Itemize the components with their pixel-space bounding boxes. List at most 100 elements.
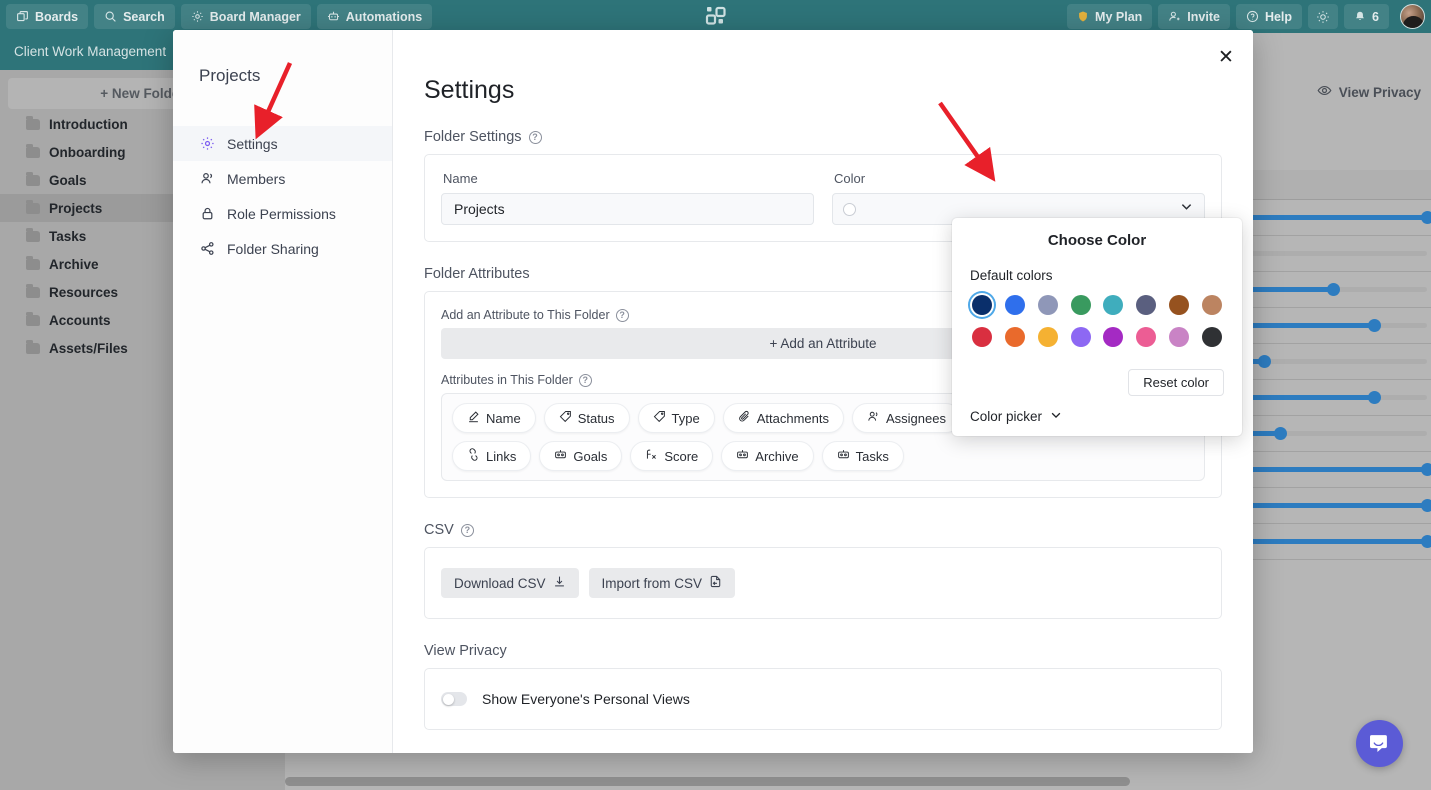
color-swatch-9[interactable] [1005,327,1026,347]
color-swatch-7[interactable] [1201,295,1222,315]
nav-button-boards-label: Boards [35,9,79,24]
tag-icon [653,410,666,426]
folder-label: Archive [49,256,99,272]
folder-settings-fields: Name Projects Color [441,171,1205,225]
sidebar-item-settings[interactable]: Settings [173,126,392,161]
notifications-button[interactable]: 6 [1344,4,1389,29]
slider-knob[interactable] [1421,535,1431,548]
nav-button-board-manager[interactable]: Board Manager [180,4,311,29]
slider-knob[interactable] [1258,355,1272,368]
close-icon[interactable]: ✕ [1211,42,1241,72]
show-personal-views-toggle[interactable] [441,692,467,706]
attribute-chip-attachments[interactable]: Attachments [722,403,844,433]
color-swatch-6[interactable] [1168,295,1189,315]
attribute-chip-type[interactable]: Type [637,403,715,433]
attribute-chip-status[interactable]: Status [543,403,630,433]
slider-knob[interactable] [1367,391,1381,404]
color-swatch-1[interactable] [1005,295,1026,315]
sidebar-item-role-permissions[interactable]: Role Permissions [173,196,392,231]
user-plus-icon [1168,10,1181,23]
swatch-cell [1167,293,1192,317]
chip-label: Links [486,448,517,464]
chip-label: Attachments [756,410,829,426]
folder-label: Assets/Files [49,340,128,356]
slider-knob[interactable] [1421,211,1431,224]
attribute-chip-name[interactable]: Name [452,403,536,433]
swatch-cell [1003,325,1028,349]
gear-icon [199,136,216,151]
folder-label: Resources [49,284,119,300]
default-colors-label: Default colors [970,268,1053,283]
share-icon [199,241,216,256]
swatch-cell [970,293,995,317]
sidebar-item-label: Settings [227,135,278,152]
section-title: Folder Attributes [424,266,530,282]
nav-button-search[interactable]: Search [94,4,175,29]
download-csv-button[interactable]: Download CSV [441,568,579,598]
color-swatch-12[interactable] [1103,327,1124,347]
folder-icon [26,311,40,326]
color-swatch-4[interactable] [1103,295,1124,315]
attribute-chip-links[interactable]: Links [452,441,532,471]
slider-knob[interactable] [1327,283,1341,296]
notification-count: 6 [1372,9,1379,24]
color-picker-toggle[interactable]: Color picker [970,408,1063,425]
question-circle-icon[interactable]: ? [460,523,474,537]
sidebar-item-folder-sharing[interactable]: Folder Sharing [173,231,392,266]
attribute-chip-archive[interactable]: Archive [721,441,814,471]
attribute-chip-tasks[interactable]: Tasks [821,441,904,471]
invite-label: Invite [1187,9,1220,24]
slider-knob[interactable] [1421,463,1431,476]
import-csv-button[interactable]: Import from CSV [588,568,736,598]
color-swatch-3[interactable] [1070,295,1091,315]
color-swatch-14[interactable] [1168,327,1189,347]
chip-label: Type [671,410,700,426]
question-circle-icon[interactable]: ? [578,373,592,387]
nav-button-boards[interactable]: Boards [6,4,89,29]
color-swatch-10[interactable] [1037,327,1058,347]
color-swatch-8[interactable] [972,327,993,347]
attribute-chip-assignees[interactable]: Assignees [852,403,961,433]
color-swatch-13[interactable] [1136,327,1157,347]
slider-knob[interactable] [1421,499,1431,512]
invite-button[interactable]: Invite [1158,4,1230,29]
sidebar-item-label: Folder Sharing [227,240,319,257]
name-input[interactable]: Projects [441,193,814,225]
theme-toggle-button[interactable] [1308,4,1339,29]
color-swatch-5[interactable] [1136,295,1157,315]
section-label-folder-settings: Folder Settings ? [393,129,1253,145]
my-plan-button[interactable]: My Plan [1067,4,1153,29]
color-swatch-0[interactable] [972,295,993,315]
relation-icon [736,448,749,464]
scrollbar-thumb[interactable] [285,777,1130,786]
horizontal-scrollbar[interactable] [285,777,1431,786]
folder-icon [26,339,40,354]
nav-button-automations[interactable]: Automations [316,4,433,29]
question-circle-icon[interactable]: ? [528,130,542,144]
chip-label: Score [664,448,699,464]
users-icon [867,410,880,426]
attribute-chip-goals[interactable]: Goals [539,441,623,471]
color-swatch-15[interactable] [1201,327,1222,347]
show-personal-views-label: Show Everyone's Personal Views [482,691,690,707]
swatch-cell [1199,293,1224,317]
nav-button-automations-label: Automations [345,9,423,24]
reset-color-button[interactable]: Reset color [1128,369,1224,396]
view-privacy-button[interactable]: View Privacy [1317,83,1421,101]
folder-label: Tasks [49,228,87,244]
slider-knob[interactable] [1367,319,1381,332]
section-label-view-privacy: View Privacy [393,643,1253,659]
chip-label: Archive [755,448,799,464]
color-swatch-11[interactable] [1070,327,1091,347]
help-button[interactable]: Help [1235,4,1303,29]
slider-knob[interactable] [1274,427,1287,440]
attribute-chip-score[interactable]: Score [630,441,714,471]
sidebar-item-members[interactable]: Members [173,161,392,196]
avatar[interactable] [1400,4,1425,29]
question-circle-icon[interactable]: ? [615,308,629,322]
view-privacy-label: View Privacy [1338,84,1421,100]
color-swatch-2[interactable] [1037,295,1058,315]
chat-bubble-icon[interactable] [1356,720,1403,767]
swatch-cell [1036,325,1061,349]
name-label: Name [443,171,478,186]
